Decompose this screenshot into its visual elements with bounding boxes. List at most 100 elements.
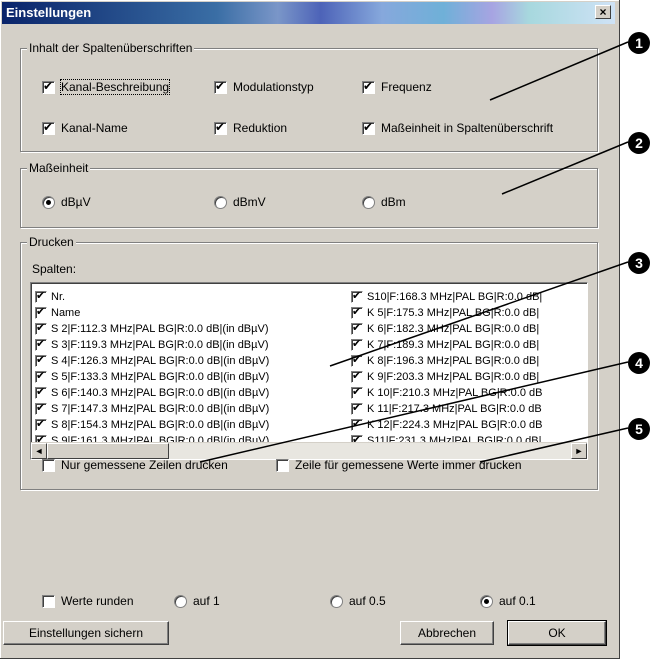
list-item-checkbox[interactable] xyxy=(351,337,363,351)
checkbox-modulation-type[interactable]: Modulationstyp xyxy=(214,79,314,94)
list-item-checkbox[interactable] xyxy=(351,417,363,431)
list-item[interactable]: Name xyxy=(35,305,269,321)
list-column-left: Nr. Name S 2|F:112.3 MHz|PAL BG|R:0.0 dB… xyxy=(35,289,269,449)
radio-button[interactable] xyxy=(214,195,227,209)
list-item-checkbox[interactable] xyxy=(35,385,47,399)
checkbox-unit-in-header[interactable]: Maßeinheit in Spaltenüberschrift xyxy=(362,120,553,135)
radio-button[interactable] xyxy=(330,594,343,608)
scroll-right-icon[interactable]: ► xyxy=(571,443,587,459)
checkbox-box[interactable] xyxy=(276,458,289,472)
scroll-thumb[interactable] xyxy=(47,443,169,459)
radio-round-0-5[interactable]: auf 0.5 xyxy=(330,594,386,608)
list-item-checkbox[interactable] xyxy=(35,417,47,431)
list-item-checkbox[interactable] xyxy=(35,337,47,351)
list-column-right: S10|F:168.3 MHz|PAL BG|R:0.0 dB| K 5|F:1… xyxy=(351,289,542,449)
radio-label: auf 0.5 xyxy=(349,594,386,608)
radio-button[interactable] xyxy=(174,594,187,608)
checkbox-label: Kanal-Beschreibung xyxy=(59,79,171,95)
list-item-checkbox[interactable] xyxy=(35,353,47,367)
callout-5: 5 xyxy=(628,418,650,440)
list-item-checkbox[interactable] xyxy=(35,305,47,319)
list-item[interactable]: S 7|F:147.3 MHz|PAL BG|R:0.0 dB|(in dBµV… xyxy=(35,401,269,417)
radio-label: auf 1 xyxy=(193,594,220,608)
list-item[interactable]: S10|F:168.3 MHz|PAL BG|R:0.0 dB| xyxy=(351,289,542,305)
radio-dbuv[interactable]: dBµV xyxy=(42,195,91,209)
radio-dbmv[interactable]: dBmV xyxy=(214,195,266,209)
list-item[interactable]: K 5|F:175.3 MHz|PAL BG|R:0.0 dB| xyxy=(351,305,542,321)
title-bar[interactable]: Einstellungen × xyxy=(2,2,615,24)
list-item[interactable]: K 6|F:182.3 MHz|PAL BG|R:0.0 dB| xyxy=(351,321,542,337)
radio-round-1[interactable]: auf 1 xyxy=(174,594,220,608)
close-button[interactable]: × xyxy=(595,5,611,19)
list-item-checkbox[interactable] xyxy=(351,305,363,319)
checkbox-label: Reduktion xyxy=(233,121,288,135)
list-item[interactable]: K 12|F:224.3 MHz|PAL BG|R:0.0 dB xyxy=(351,417,542,433)
list-item[interactable]: K 10|F:210.3 MHz|PAL BG|R:0.0 dB xyxy=(351,385,542,401)
checkbox-frequency[interactable]: Frequenz xyxy=(362,79,432,94)
checkbox-channel-name[interactable]: Kanal-Name xyxy=(42,120,128,135)
save-settings-button[interactable]: Einstellungen sichern xyxy=(3,621,169,645)
checkbox-box[interactable] xyxy=(214,120,227,135)
checkbox-box[interactable] xyxy=(362,79,375,94)
checkbox-box[interactable] xyxy=(42,79,55,94)
list-item-checkbox[interactable] xyxy=(351,385,363,399)
callout-4: 4 xyxy=(628,352,650,374)
columns-list[interactable]: Nr. Name S 2|F:112.3 MHz|PAL BG|R:0.0 dB… xyxy=(30,282,588,460)
list-item-label: K 7|F:189.3 MHz|PAL BG|R:0.0 dB| xyxy=(367,339,540,351)
checkbox-only-measured-rows[interactable]: Nur gemessene Zeilen drucken xyxy=(42,458,228,472)
list-item[interactable]: Nr. xyxy=(35,289,269,305)
scroll-left-icon[interactable]: ◄ xyxy=(31,443,47,459)
list-item[interactable]: S 8|F:154.3 MHz|PAL BG|R:0.0 dB|(in dBµV… xyxy=(35,417,269,433)
horizontal-scrollbar[interactable]: ◄ ► xyxy=(31,442,587,459)
list-item[interactable]: S 3|F:119.3 MHz|PAL BG|R:0.0 dB|(in dBµV… xyxy=(35,337,269,353)
list-item[interactable]: K 8|F:196.3 MHz|PAL BG|R:0.0 dB| xyxy=(351,353,542,369)
checkbox-box[interactable] xyxy=(42,458,55,472)
list-item-checkbox[interactable] xyxy=(351,401,363,415)
list-item-label: S 7|F:147.3 MHz|PAL BG|R:0.0 dB|(in dBµV… xyxy=(51,403,270,415)
list-item[interactable]: S 5|F:133.3 MHz|PAL BG|R:0.0 dB|(in dBµV… xyxy=(35,369,269,385)
list-item-label: S 3|F:119.3 MHz|PAL BG|R:0.0 dB|(in dBµV… xyxy=(51,339,269,351)
checkbox-label: Zeile für gemessene Werte immer drucken xyxy=(295,458,522,472)
list-item-label: Name xyxy=(51,307,81,319)
checkbox-round-values[interactable]: Werte runden xyxy=(42,594,134,608)
list-item-checkbox[interactable] xyxy=(351,321,363,335)
checkbox-label: Modulationstyp xyxy=(233,80,314,94)
list-item[interactable]: S 2|F:112.3 MHz|PAL BG|R:0.0 dB|(in dBµV… xyxy=(35,321,269,337)
radio-dbm[interactable]: dBm xyxy=(362,195,406,209)
checkbox-box[interactable] xyxy=(214,79,227,94)
checkbox-channel-description[interactable]: Kanal-Beschreibung xyxy=(42,79,171,95)
list-item[interactable]: K 11|F:217.3 MHz|PAL BG|R:0.0 dB xyxy=(351,401,542,417)
list-item[interactable]: S 4|F:126.3 MHz|PAL BG|R:0.0 dB|(in dBµV… xyxy=(35,353,269,369)
callout-1: 1 xyxy=(628,32,650,54)
list-item-label: S 5|F:133.3 MHz|PAL BG|R:0.0 dB|(in dBµV… xyxy=(51,371,270,383)
list-item-checkbox[interactable] xyxy=(35,369,47,383)
list-item-checkbox[interactable] xyxy=(35,401,47,415)
checkbox-label: Nur gemessene Zeilen drucken xyxy=(61,458,228,472)
radio-button[interactable] xyxy=(42,195,55,209)
list-item[interactable]: K 9|F:203.3 MHz|PAL BG|R:0.0 dB| xyxy=(351,369,542,385)
list-item-label: K 6|F:182.3 MHz|PAL BG|R:0.0 dB| xyxy=(367,323,540,335)
list-item-checkbox[interactable] xyxy=(351,369,363,383)
cancel-button[interactable]: Abbrechen xyxy=(400,621,494,645)
ok-button[interactable]: OK xyxy=(507,620,607,646)
list-item-checkbox[interactable] xyxy=(35,289,47,303)
list-item-checkbox[interactable] xyxy=(35,321,47,335)
checkbox-label: Werte runden xyxy=(61,594,134,608)
callout-2: 2 xyxy=(628,132,650,154)
list-item-label: S 8|F:154.3 MHz|PAL BG|R:0.0 dB|(in dBµV… xyxy=(51,419,270,431)
radio-button[interactable] xyxy=(362,195,375,209)
radio-round-0-1[interactable]: auf 0.1 xyxy=(480,594,536,608)
list-item[interactable]: S 6|F:140.3 MHz|PAL BG|R:0.0 dB|(in dBµV… xyxy=(35,385,269,401)
list-item[interactable]: K 7|F:189.3 MHz|PAL BG|R:0.0 dB| xyxy=(351,337,542,353)
checkbox-reduction[interactable]: Reduktion xyxy=(214,120,288,135)
list-item-checkbox[interactable] xyxy=(351,353,363,367)
checkbox-label: Kanal-Name xyxy=(61,121,128,135)
radio-button[interactable] xyxy=(480,594,493,608)
list-item-checkbox[interactable] xyxy=(351,289,363,303)
list-item-label: K 8|F:196.3 MHz|PAL BG|R:0.0 dB| xyxy=(367,355,540,367)
unit-group: Maßeinheit xyxy=(20,161,598,228)
checkbox-box[interactable] xyxy=(362,120,375,135)
checkbox-box[interactable] xyxy=(42,594,55,608)
checkbox-always-print-row[interactable]: Zeile für gemessene Werte immer drucken xyxy=(276,458,522,472)
checkbox-box[interactable] xyxy=(42,120,55,135)
